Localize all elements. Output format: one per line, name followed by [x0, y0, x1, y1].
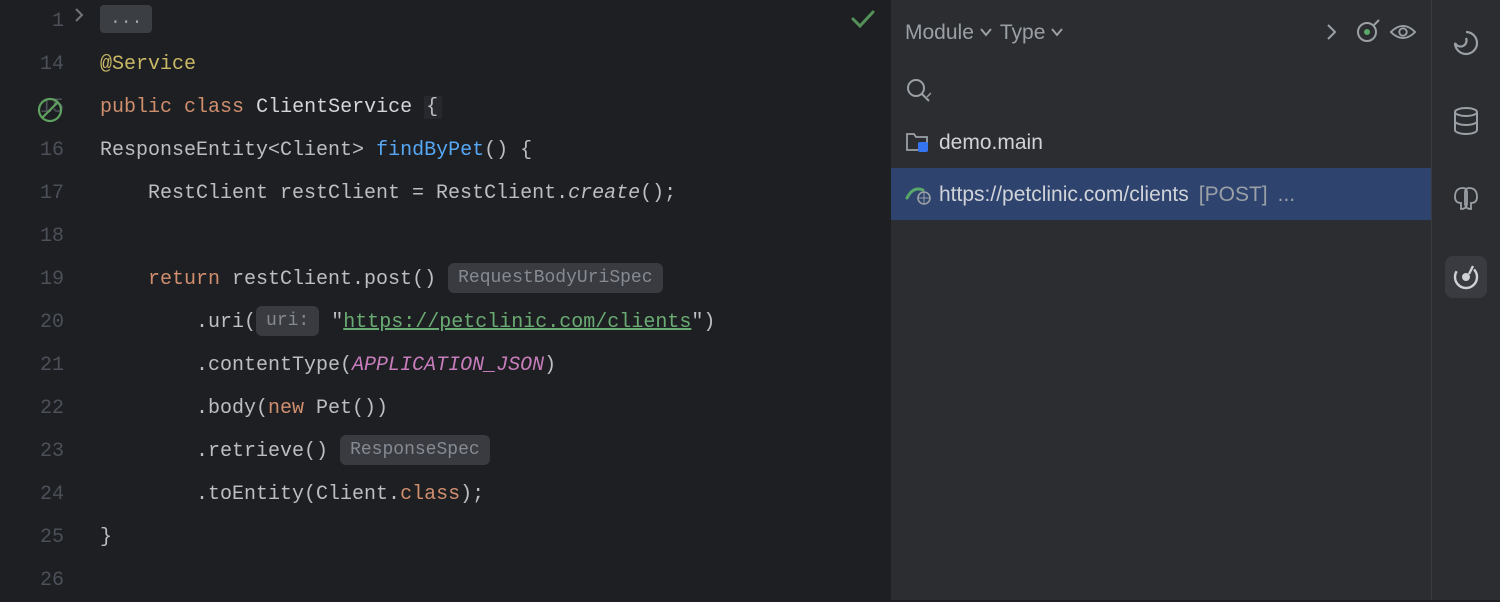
- expand-chevron-icon[interactable]: [1317, 18, 1345, 46]
- line-number[interactable]: 20: [0, 301, 64, 344]
- code-line[interactable]: public class ClientService {: [100, 86, 890, 129]
- endpoint-globe-icon: [905, 182, 929, 206]
- code-line[interactable]: .uri(uri: "https://petclinic.com/clients…: [100, 301, 890, 344]
- tool-swirl-icon[interactable]: [1445, 22, 1487, 64]
- analysis-ok-icon[interactable]: [850, 8, 876, 30]
- line-number[interactable]: 23: [0, 430, 64, 473]
- inlay-hint: ResponseSpec: [340, 435, 490, 465]
- chevron-down-icon: [980, 27, 992, 37]
- endpoint-method: [POST]: [1199, 173, 1268, 216]
- code-line[interactable]: .toEntity(Client.class);: [100, 473, 890, 516]
- code-line[interactable]: ResponseEntity<Client> findByPet() {: [100, 129, 890, 172]
- tool-endpoints-icon[interactable]: [1445, 256, 1487, 298]
- module-dropdown[interactable]: Module: [905, 11, 992, 54]
- type-dropdown[interactable]: Type: [1000, 11, 1064, 54]
- code-line[interactable]: RestClient restClient = RestClient.creat…: [100, 172, 890, 215]
- code-line[interactable]: .retrieve() ResponseSpec: [100, 430, 890, 473]
- endpoints-tree: demo.main https://petclinic.com/clients …: [891, 116, 1431, 220]
- code-line[interactable]: .body(new Pet()): [100, 387, 890, 430]
- fold-chevron-icon[interactable]: [74, 8, 84, 22]
- inlay-hint: uri:: [256, 306, 319, 336]
- endpoint-url: https://petclinic.com/clients: [939, 173, 1189, 216]
- endpoints-panel: Module Type demo.main https://petclinic.…: [890, 0, 1431, 600]
- code-line[interactable]: }: [100, 516, 890, 559]
- code-editor[interactable]: ... @Service public class ClientService …: [92, 0, 890, 600]
- line-number[interactable]: 26: [0, 559, 64, 602]
- inlay-hint: RequestBodyUriSpec: [448, 263, 662, 293]
- line-number[interactable]: 25: [0, 516, 64, 559]
- code-line[interactable]: [100, 559, 890, 602]
- code-line[interactable]: @Service: [100, 43, 890, 86]
- tree-item-label: demo.main: [939, 121, 1043, 164]
- editor-gutter: 1 14 15 16 17 18 19 20 21 22 23 24 25 26: [0, 0, 92, 600]
- code-line[interactable]: .contentType(APPLICATION_JSON): [100, 344, 890, 387]
- line-number[interactable]: 22: [0, 387, 64, 430]
- code-line[interactable]: return restClient.post() RequestBodyUriS…: [100, 258, 890, 301]
- tool-elephant-icon[interactable]: [1445, 178, 1487, 220]
- line-number[interactable]: 17: [0, 172, 64, 215]
- locate-icon[interactable]: [1353, 18, 1381, 46]
- endpoints-toolbar: Module Type: [891, 0, 1431, 64]
- chevron-down-icon: [1051, 27, 1063, 37]
- module-folder-icon: [905, 130, 929, 154]
- right-toolbar: [1431, 0, 1500, 600]
- code-line[interactable]: [100, 215, 890, 258]
- endpoint-ellipsis: ...: [1278, 173, 1296, 216]
- tree-module-item[interactable]: demo.main: [891, 116, 1431, 168]
- line-number[interactable]: 18: [0, 215, 64, 258]
- line-number[interactable]: 1: [0, 0, 64, 43]
- prohibit-icon: [36, 96, 64, 124]
- line-number[interactable]: 16: [0, 129, 64, 172]
- endpoints-search[interactable]: [891, 64, 1431, 116]
- line-number[interactable]: 21: [0, 344, 64, 387]
- line-number[interactable]: 19: [0, 258, 64, 301]
- folded-region[interactable]: ...: [100, 5, 152, 33]
- tool-database-icon[interactable]: [1445, 100, 1487, 142]
- tree-endpoint-item[interactable]: https://petclinic.com/clients [POST] ...: [891, 168, 1431, 220]
- search-icon: [905, 77, 931, 103]
- line-number[interactable]: 24: [0, 473, 64, 516]
- eye-icon[interactable]: [1389, 18, 1417, 46]
- line-number[interactable]: 14: [0, 43, 64, 86]
